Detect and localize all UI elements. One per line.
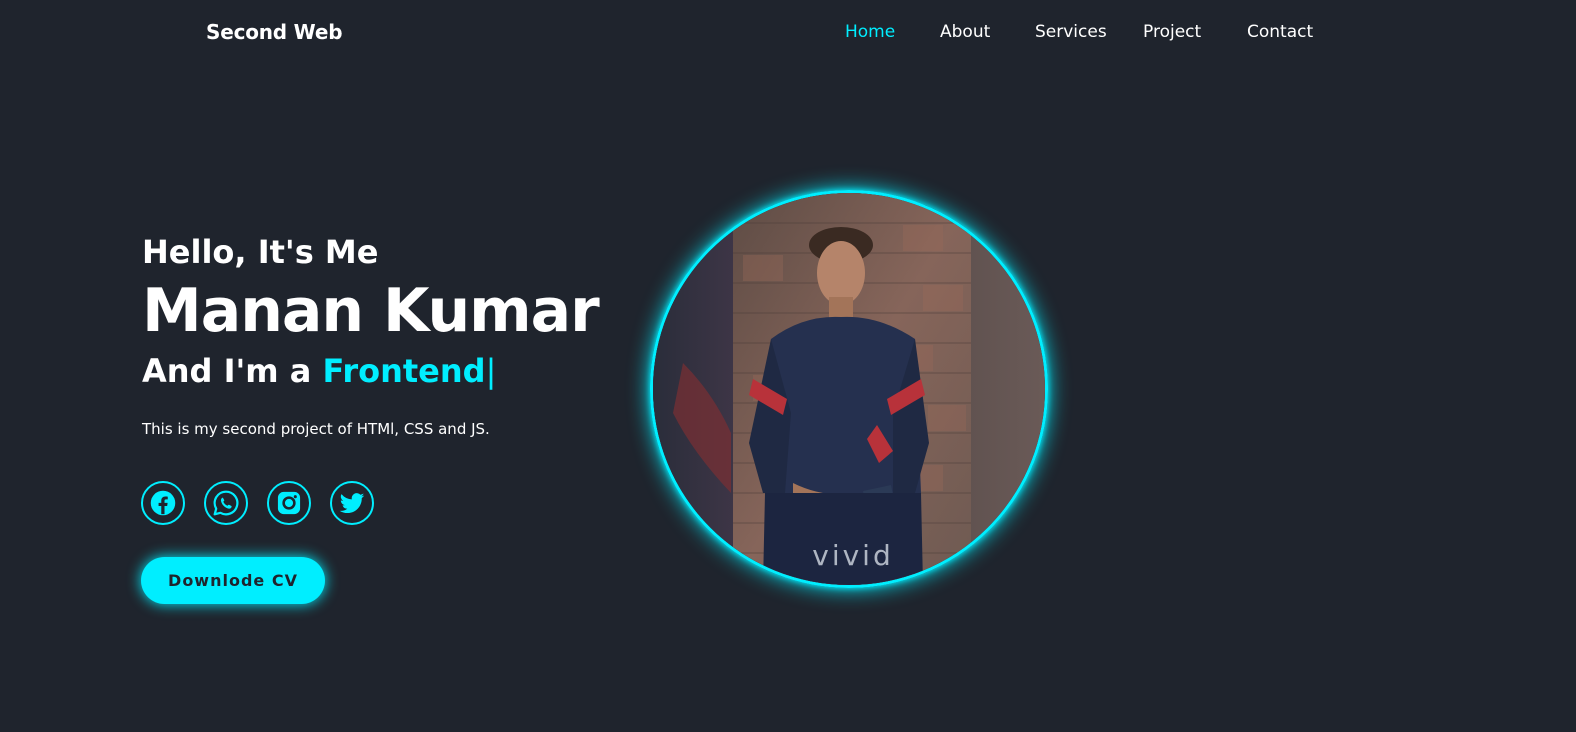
instagram-link[interactable] [267, 481, 311, 525]
whatsapp-link[interactable] [204, 481, 248, 525]
nav-link-services[interactable]: Services [1035, 22, 1107, 42]
nav-link-about[interactable]: About [940, 22, 990, 42]
nav-link-contact[interactable]: Contact [1247, 22, 1313, 42]
hero-name: Manan Kumar [142, 276, 600, 346]
facebook-icon [150, 490, 176, 516]
hero-role: And I'm a Frontend| [142, 348, 612, 394]
typing-cursor: | [485, 352, 497, 390]
twitter-icon [339, 493, 365, 514]
role-typed-text: Frontend [322, 352, 486, 390]
profile-photo-illustration: vivid [653, 193, 1045, 585]
nav-link-project[interactable]: Project [1143, 22, 1201, 42]
nav-link-home[interactable]: Home [845, 22, 895, 42]
hero-content: Hello, It's Me Manan Kumar And I'm a Fro… [142, 230, 612, 440]
social-links [141, 481, 393, 525]
site-logo[interactable]: Second Web [206, 20, 343, 44]
download-cv-button[interactable]: Downlode CV [141, 557, 325, 604]
whatsapp-icon [213, 490, 239, 516]
facebook-link[interactable] [141, 481, 185, 525]
twitter-link[interactable] [330, 481, 374, 525]
hero-description: This is my second project of HTMl, CSS a… [142, 420, 490, 438]
role-prefix: And I'm a [142, 352, 323, 390]
profile-photo: vivid [650, 190, 1048, 588]
hero-greeting: Hello, It's Me [142, 233, 379, 271]
photo-watermark: vivid [812, 539, 893, 572]
site-header: Second Web Home About Services Project C… [0, 0, 1576, 68]
instagram-icon [277, 491, 301, 515]
